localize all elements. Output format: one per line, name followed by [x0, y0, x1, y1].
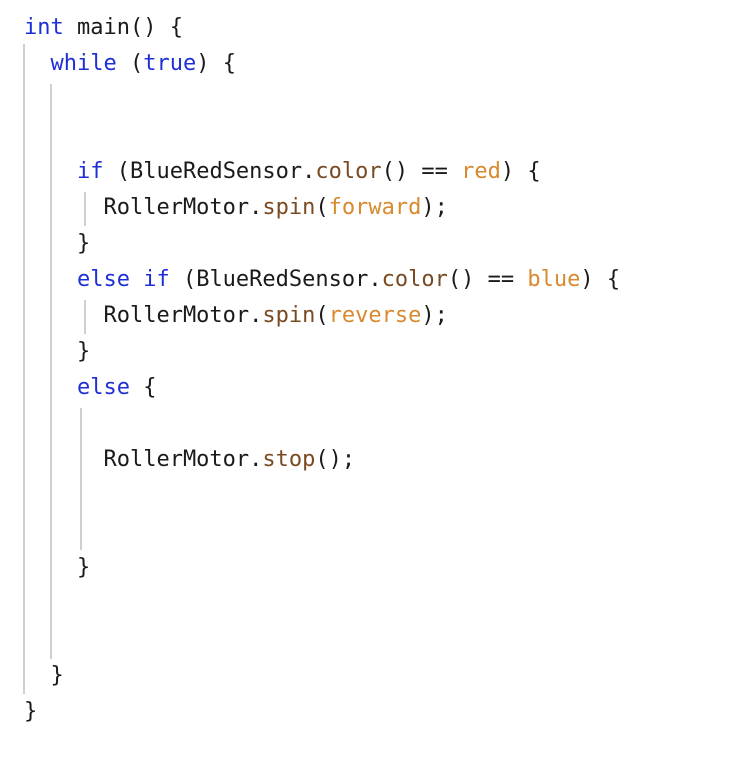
token-code-text: ( [315, 195, 329, 220]
token-function-name: color [381, 267, 448, 292]
token-keyword: while [50, 51, 117, 76]
token-code-text: () == [381, 159, 462, 184]
token-code-text: ) { [580, 267, 621, 292]
token-code-text: () == [447, 267, 528, 292]
token-code-text [24, 51, 51, 76]
code-line[interactable]: int main() { [24, 10, 183, 46]
token-code-text: } [24, 231, 91, 256]
indent-guide-while [50, 84, 52, 659]
token-constant: red [461, 159, 501, 184]
token-code-text: ( [315, 303, 329, 328]
token-keyword: if [76, 159, 104, 184]
token-code-text: main() { [63, 15, 183, 40]
token-code-text: ); [421, 195, 448, 220]
token-code-text: RollerMotor. [24, 447, 263, 472]
indent-guide-else [80, 408, 82, 550]
code-line[interactable]: RollerMotor.stop(); [24, 442, 355, 478]
token-code-text: ( [116, 51, 144, 76]
token-code-text: RollerMotor. [24, 195, 263, 220]
code-line[interactable]: } [24, 226, 90, 262]
token-keyword: true [143, 51, 197, 76]
token-keyword: else [76, 375, 130, 400]
token-code-text: (BlueRedSensor. [103, 159, 316, 184]
code-line[interactable]: else if (BlueRedSensor.color() == blue) … [24, 262, 620, 298]
token-code-text: ) { [196, 51, 236, 76]
token-code-text: } [24, 699, 38, 724]
code-editor[interactable]: int main() { while (true) { if (BlueRedS… [0, 0, 736, 774]
token-function-name: color [315, 159, 382, 184]
code-line[interactable]: while (true) { [24, 46, 236, 82]
token-code-text: { [129, 375, 157, 400]
indent-guide-if [84, 192, 86, 226]
code-line[interactable]: RollerMotor.spin(forward); [24, 190, 448, 226]
token-function-name: spin [262, 303, 316, 328]
indent-guide-main [23, 44, 25, 694]
token-constant: forward [328, 195, 422, 220]
code-line[interactable]: } [24, 694, 37, 730]
token-function-name: stop [262, 447, 316, 472]
token-function-name: spin [262, 195, 316, 220]
token-code-text: ) { [500, 159, 541, 184]
token-code-text: ); [421, 303, 448, 328]
token-constant: reverse [328, 303, 422, 328]
token-code-text: (BlueRedSensor. [169, 267, 382, 292]
token-code-text: } [24, 663, 64, 688]
token-constant: blue [527, 267, 581, 292]
token-code-text: } [24, 555, 91, 580]
code-line[interactable]: else { [24, 370, 156, 406]
code-line[interactable]: } [24, 334, 90, 370]
code-line[interactable]: if (BlueRedSensor.color() == red) { [24, 154, 541, 190]
token-keyword: else if [76, 267, 170, 292]
code-line[interactable]: } [24, 550, 90, 586]
token-code-text: } [24, 339, 91, 364]
token-code-text: (); [315, 447, 356, 472]
token-keyword: int [24, 15, 64, 40]
code-line[interactable]: } [24, 658, 64, 694]
token-code-text: RollerMotor. [24, 303, 263, 328]
indent-guide-else-if [84, 300, 86, 334]
code-line[interactable]: RollerMotor.spin(reverse); [24, 298, 448, 334]
